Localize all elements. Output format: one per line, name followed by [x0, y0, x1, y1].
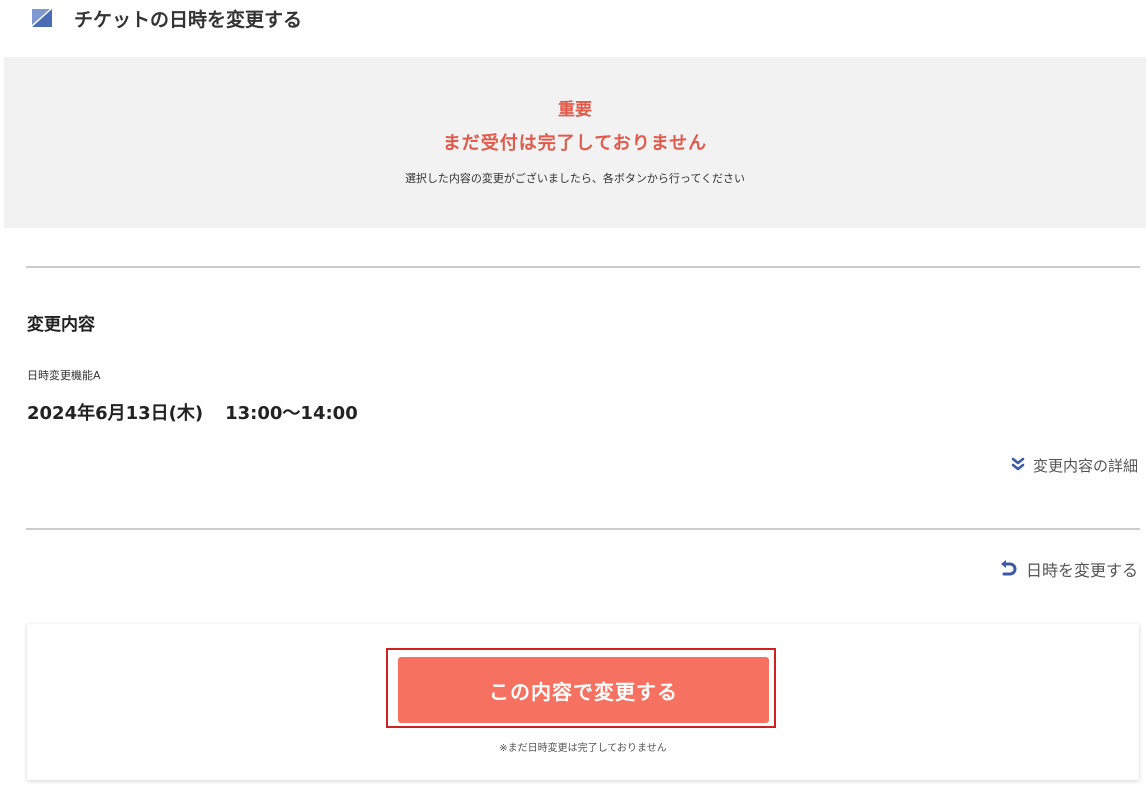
divider [26, 266, 1140, 268]
change-section-heading: 変更内容 [27, 315, 95, 335]
selected-time: 13:00～14:00 [225, 403, 358, 424]
change-details-label: 変更内容の詳細 [1032, 457, 1138, 475]
confirm-change-button[interactable]: この内容で変更する [398, 657, 769, 723]
change-datetime-label: 日時を変更する [1025, 561, 1138, 580]
divider [26, 528, 1140, 530]
undo-arrow-icon [998, 557, 1018, 581]
selected-datetime: 2024年6月13日(木) 13:00～14:00 [27, 399, 358, 425]
notice-message: 選択した内容の変更がございましたら、各ボタンから行ってください [404, 172, 746, 185]
confirm-card: この内容で変更する ※まだ日時変更は完了しておりません [27, 624, 1139, 780]
page-title: チケットの日時を変更する [32, 4, 302, 32]
notice-important-label: 重要 [558, 100, 592, 120]
double-chevron-down-icon [1011, 457, 1025, 475]
feature-name: 日時変更機能A [27, 369, 101, 382]
change-details-toggle[interactable]: 変更内容の詳細 [1011, 455, 1138, 476]
confirm-note: ※まだ日時変更は完了しておりません [499, 743, 667, 754]
notice-panel: 重要 まだ受付は完了しておりません 選択した内容の変更がございましたら、各ボタン… [4, 57, 1146, 228]
change-datetime-link[interactable]: 日時を変更する [998, 557, 1138, 581]
title-marker-icon [32, 9, 52, 27]
notice-headline: まだ受付は完了しておりません [442, 133, 708, 154]
selected-date: 2024年6月13日(木) [27, 403, 204, 424]
ticket-change-page: チケットの日時を変更する 重要 まだ受付は完了しておりません 選択した内容の変更… [0, 0, 1146, 789]
page-title-text: チケットの日時を変更する [74, 8, 303, 31]
